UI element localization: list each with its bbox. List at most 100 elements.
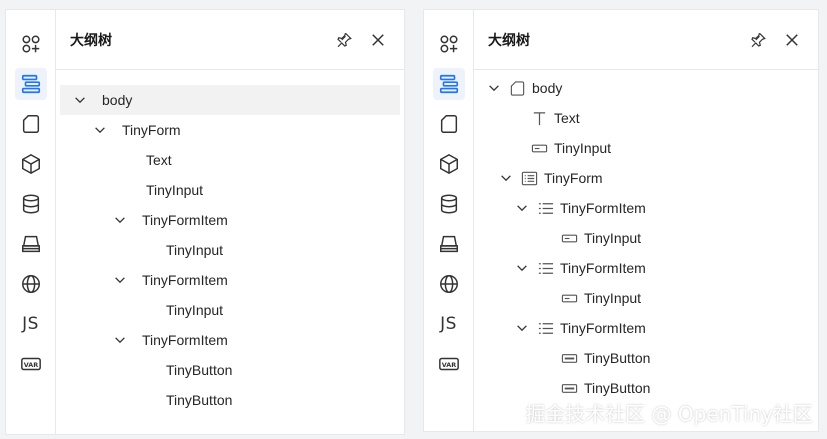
tree-node-label: TinyButton — [166, 362, 233, 378]
tree-node-tinyformitem[interactable]: TinyFormItem — [56, 205, 404, 235]
tree-node-label: Text — [554, 110, 580, 126]
tree-node-label: TinyFormItem — [142, 212, 228, 228]
chevron-down-icon[interactable] — [72, 92, 88, 108]
tree-node-label: body — [532, 80, 563, 96]
tree-node-label: TinyInput — [166, 302, 224, 318]
close-icon[interactable] — [780, 28, 804, 52]
tree-node-label: TinyFormItem — [142, 272, 228, 288]
outline-main: 大纲树 body TinyForm Text TinyInput TinyFormIte… — [56, 10, 404, 434]
tree-node-label: TinyForm — [122, 122, 181, 138]
panel-header: 大纲树 — [474, 10, 818, 70]
tree-node-tinybutton[interactable]: TinyButton — [56, 355, 404, 385]
chevron-down-icon[interactable] — [514, 320, 530, 336]
tree-node-label: TinyButton — [166, 392, 233, 408]
tree-node-tinyformitem[interactable]: TinyFormItem — [474, 253, 818, 283]
tree-node-body[interactable]: body — [474, 73, 818, 103]
tree-node-label: TinyInput — [584, 230, 642, 246]
list-icon — [536, 259, 554, 277]
tree-node-tinyformitem[interactable]: TinyFormItem — [474, 193, 818, 223]
tree-node-tinybutton[interactable]: TinyButton — [56, 385, 404, 415]
tree-node-text[interactable]: Text — [56, 145, 404, 175]
tree-node-tinyformitem[interactable]: TinyFormItem — [56, 325, 404, 355]
input-icon — [560, 229, 578, 247]
tree-node-label: TinyFormItem — [560, 320, 646, 336]
chevron-down-icon[interactable] — [498, 170, 514, 186]
tree-node-label: TinyButton — [584, 380, 651, 396]
chevron-down-icon[interactable] — [112, 332, 128, 348]
panel-title: 大纲树 — [70, 31, 112, 48]
text-icon — [530, 109, 548, 127]
chevron-down-icon[interactable] — [514, 260, 530, 276]
datasource-icon[interactable] — [15, 188, 47, 220]
pin-icon[interactable] — [332, 28, 356, 52]
variables-icon[interactable]: VAR — [15, 348, 47, 380]
js-icon[interactable]: JS — [433, 308, 465, 340]
watermark: 掘金技术社区 @ OpenTiny社区 — [525, 402, 813, 426]
button-icon — [560, 379, 578, 397]
tree-node-tinybutton[interactable]: TinyButton — [474, 343, 818, 373]
chevron-down-icon[interactable] — [486, 80, 502, 96]
block-icon[interactable] — [15, 148, 47, 180]
tree-node-label: TinyFormItem — [560, 200, 646, 216]
outline-tree: body TinyForm Text TinyInput TinyFormItem Tin… — [56, 85, 404, 415]
outline-icon[interactable] — [14, 68, 47, 100]
components-icon[interactable] — [15, 28, 47, 60]
tree-node-tinyformitem[interactable]: TinyFormItem — [474, 313, 818, 343]
list-icon — [536, 199, 554, 217]
tree-node-tinyinput[interactable]: TinyInput — [474, 283, 818, 313]
tree-node-label: TinyFormItem — [560, 260, 646, 276]
tree-node-text[interactable]: Text — [474, 103, 818, 133]
tree-node-tinyinput[interactable]: TinyInput — [56, 235, 404, 265]
chevron-down-icon[interactable] — [514, 200, 530, 216]
pin-icon[interactable] — [746, 28, 770, 52]
button-icon — [560, 349, 578, 367]
tree-node-tinyinput[interactable]: TinyInput — [56, 295, 404, 325]
close-icon[interactable] — [366, 28, 390, 52]
chevron-down-icon[interactable] — [112, 212, 128, 228]
tree-node-tinyinput[interactable]: TinyInput — [56, 175, 404, 205]
i18n-icon[interactable] — [433, 268, 465, 300]
tree-node-label: body — [102, 92, 133, 108]
input-icon — [530, 139, 548, 157]
components-icon[interactable] — [433, 28, 465, 60]
datasource-icon[interactable] — [433, 188, 465, 220]
tree-node-tinyform[interactable]: TinyForm — [474, 163, 818, 193]
tree-node-tinyformitem[interactable]: TinyFormItem — [56, 265, 404, 295]
variables-icon[interactable]: VAR — [433, 348, 465, 380]
tree-node-body[interactable]: body — [60, 85, 400, 115]
tree-node-tinyinput[interactable]: TinyInput — [474, 133, 818, 163]
tree-node-tinyinput[interactable]: TinyInput — [474, 223, 818, 253]
i18n-icon[interactable] — [15, 268, 47, 300]
page-icon — [508, 79, 526, 97]
plugin-rail: JS VAR — [6, 10, 56, 434]
bridge-icon[interactable] — [15, 228, 47, 260]
js-icon[interactable]: JS — [15, 308, 47, 340]
tree-node-label: TinyInput — [146, 182, 204, 198]
outline-main: 大纲树 body Text TinyInput TinyForm TinyFormIte… — [474, 10, 818, 431]
outline-panel-right: JS VAR 大纲树 body Text TinyInput TinyForm Tiny… — [424, 10, 818, 431]
tree-node-tinyform[interactable]: TinyForm — [56, 115, 404, 145]
outline-icon[interactable] — [432, 68, 465, 100]
page-icon[interactable] — [433, 108, 465, 140]
plugin-rail: JS VAR — [424, 10, 474, 431]
svg-text:VAR: VAR — [441, 361, 455, 369]
tree-node-label: TinyFormItem — [142, 332, 228, 348]
list-icon — [536, 319, 554, 337]
tree-node-label: TinyInput — [584, 290, 642, 306]
bridge-icon[interactable] — [433, 228, 465, 260]
panel-header: 大纲树 — [56, 10, 404, 70]
tree-node-label: TinyForm — [544, 170, 603, 186]
tree-node-label: Text — [146, 152, 172, 168]
panel-title: 大纲树 — [488, 31, 530, 48]
svg-text:VAR: VAR — [23, 361, 37, 369]
page-icon[interactable] — [15, 108, 47, 140]
block-icon[interactable] — [433, 148, 465, 180]
outline-panel-left: JS VAR 大纲树 body TinyForm Text TinyInput Tiny… — [6, 10, 404, 434]
chevron-down-icon[interactable] — [92, 122, 108, 138]
outline-tree: body Text TinyInput TinyForm TinyFormItem Tin… — [474, 73, 818, 403]
tree-node-label: TinyButton — [584, 350, 651, 366]
chevron-down-icon[interactable] — [112, 272, 128, 288]
input-icon — [560, 289, 578, 307]
form-icon — [520, 169, 538, 187]
tree-node-label: TinyInput — [166, 242, 224, 258]
